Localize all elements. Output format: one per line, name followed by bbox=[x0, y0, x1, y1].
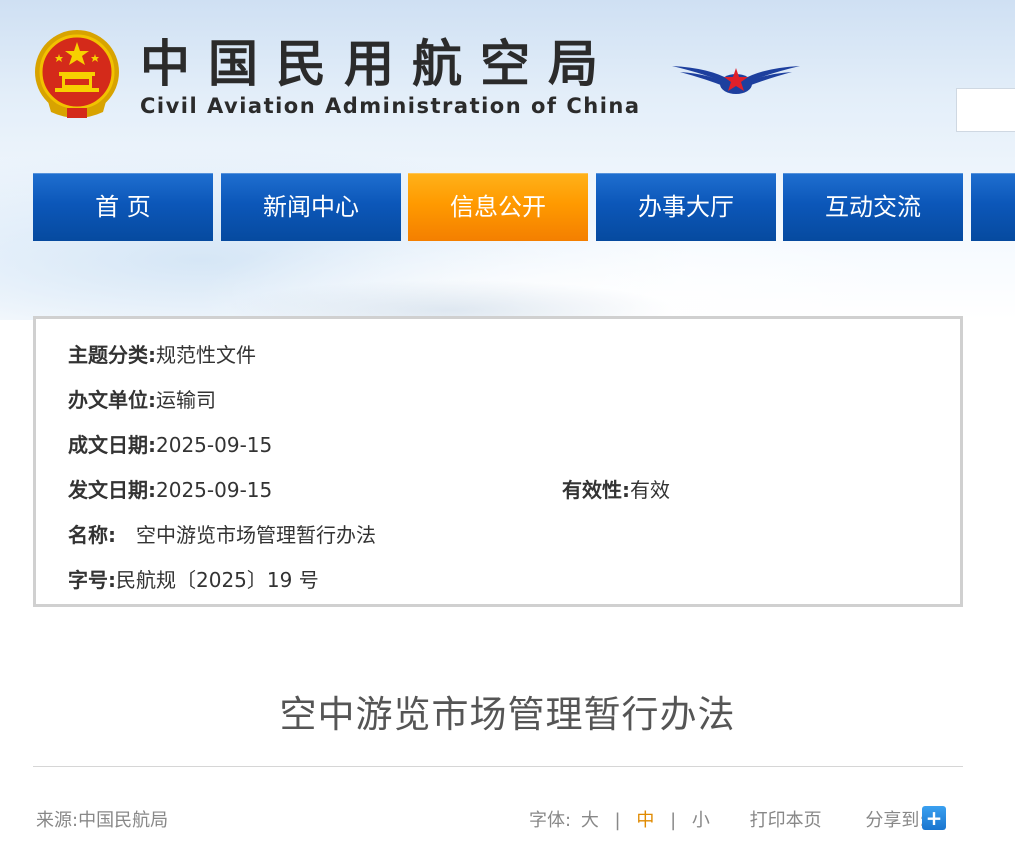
share-label: 分享到: bbox=[865, 810, 926, 831]
nav-item-services[interactable]: 办事大厅 bbox=[596, 173, 776, 241]
font-size-large-link[interactable]: 大 bbox=[581, 806, 599, 832]
unit-value: 运输司 bbox=[156, 388, 216, 412]
validity-value: 有效 bbox=[630, 478, 670, 502]
page: 中国民用航空局 Civil Aviation Administration of… bbox=[0, 0, 1015, 844]
unit-label: 办文单位: bbox=[68, 388, 156, 412]
nav-item-more[interactable] bbox=[971, 173, 1015, 241]
name-value: 空中游览市场管理暂行办法 bbox=[136, 523, 376, 547]
written-date-value: 2025-09-15 bbox=[156, 433, 273, 457]
divider bbox=[33, 766, 963, 767]
mountain-backdrop bbox=[0, 250, 1015, 320]
site-title-chinese: 中国民用航空局 bbox=[140, 35, 616, 93]
source-text: 来源:中国民航局 bbox=[36, 810, 169, 831]
nav-item-interaction[interactable]: 互动交流 bbox=[783, 173, 963, 241]
font-size-medium-link[interactable]: 中 bbox=[636, 806, 654, 832]
font-separator: | bbox=[670, 810, 677, 831]
share-plus-icon[interactable]: + bbox=[922, 806, 946, 830]
caac-wings-logo-icon bbox=[672, 66, 800, 94]
national-emblem-icon bbox=[35, 30, 119, 118]
issued-date-value: 2025-09-15 bbox=[156, 478, 273, 502]
font-size-small-link[interactable]: 小 bbox=[692, 806, 710, 832]
topic-row: 主题分类:规范性文件 bbox=[68, 339, 256, 368]
document-metadata-box: 主题分类:规范性文件 办文单位:运输司 成文日期:2025-09-15 发文日期… bbox=[33, 316, 963, 607]
site-title-english: Civil Aviation Administration of China bbox=[140, 94, 641, 118]
unit-row: 办文单位:运输司 bbox=[68, 384, 216, 413]
font-separator: | bbox=[614, 810, 621, 831]
validity-row: 有效性:有效 bbox=[562, 474, 670, 503]
nav-item-news[interactable]: 新闻中心 bbox=[221, 173, 401, 241]
issued-date-row: 发文日期:2025-09-15 bbox=[68, 474, 272, 503]
document-title: 空中游览市场管理暂行办法 bbox=[279, 693, 736, 736]
print-page-link[interactable]: 打印本页 bbox=[750, 806, 822, 832]
number-value: 民航规〔2025〕19 号 bbox=[116, 568, 319, 592]
validity-label: 有效性: bbox=[562, 478, 630, 502]
number-label: 字号: bbox=[68, 568, 116, 592]
name-label: 名称: bbox=[68, 523, 116, 547]
font-size-label: 字体: bbox=[529, 810, 572, 831]
number-row: 字号:民航规〔2025〕19 号 bbox=[68, 564, 319, 593]
written-date-label: 成文日期: bbox=[68, 433, 156, 457]
written-date-row: 成文日期:2025-09-15 bbox=[68, 429, 272, 458]
name-row: 名称: 空中游览市场管理暂行办法 bbox=[68, 519, 376, 548]
page-tools: 字体: 大 | 中 | 小 打印本页 分享到: bbox=[529, 806, 925, 832]
nav-item-home[interactable]: 首 页 bbox=[33, 173, 213, 241]
search-input[interactable] bbox=[956, 88, 1015, 132]
nav-item-info-disclosure[interactable]: 信息公开 bbox=[408, 173, 588, 241]
topic-value: 规范性文件 bbox=[156, 343, 256, 367]
issued-date-label: 发文日期: bbox=[68, 478, 156, 502]
topic-label: 主题分类: bbox=[68, 343, 156, 367]
